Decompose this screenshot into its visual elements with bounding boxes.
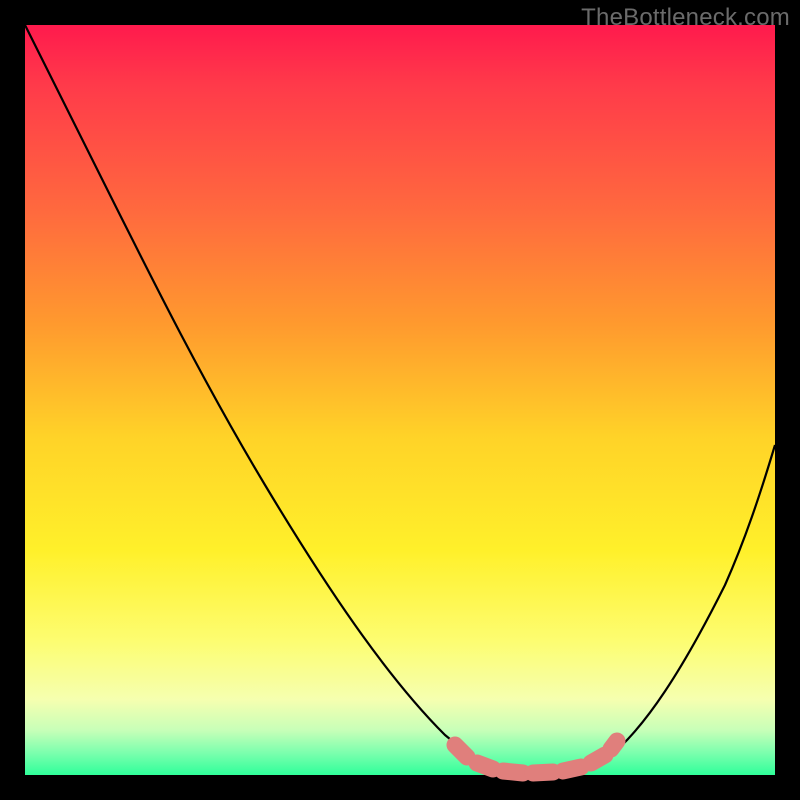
bottleneck-curve xyxy=(25,25,775,773)
optimal-band xyxy=(455,741,617,773)
chart-stage: TheBottleneck.com xyxy=(0,0,800,800)
plot-area xyxy=(25,25,775,775)
curve-layer xyxy=(25,25,775,775)
